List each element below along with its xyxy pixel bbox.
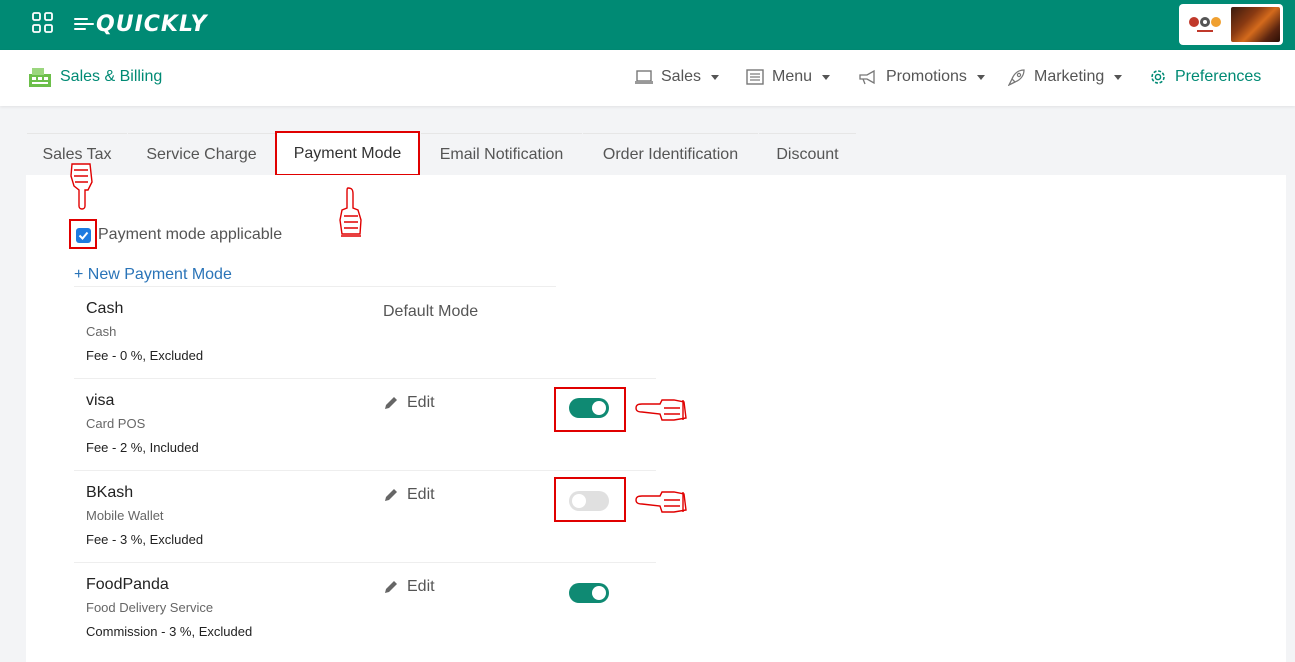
nav-promotions-label: Promotions (886, 68, 967, 85)
restaurant-brand-logo[interactable] (1179, 4, 1283, 45)
top-bar: QUICKLY (0, 0, 1295, 50)
grid-icon[interactable] (32, 12, 54, 34)
module-header[interactable]: Sales & Billing (28, 66, 162, 88)
payment-mode-type: Card POS (86, 416, 146, 431)
divider (74, 562, 656, 563)
pointing-hand-icon (635, 399, 687, 421)
module-nav: Sales & Billing Sales Menu Promotions Ma… (0, 50, 1295, 106)
pointing-hand-icon (635, 491, 687, 513)
tab-label: Email Notification (439, 145, 564, 163)
edit-label: Edit (407, 486, 435, 503)
megaphone-icon (859, 69, 875, 85)
payment-mode-name: FoodPanda (86, 576, 169, 593)
payment-mode-name: visa (86, 392, 115, 409)
payment-mode-fee: Fee - 0 %, Excluded (86, 348, 204, 363)
payment-mode-type: Mobile Wallet (86, 508, 164, 523)
chevron-down-icon (1114, 74, 1123, 80)
divider (74, 470, 656, 471)
foodpanda-enabled-toggle[interactable] (569, 583, 609, 603)
pencil-icon (385, 581, 397, 593)
tab-label: Order Identification (602, 145, 739, 163)
pencil-icon (385, 397, 397, 409)
tab-discount[interactable]: Discount (759, 133, 856, 175)
checkmark-icon (78, 231, 89, 240)
chevron-down-icon (711, 74, 720, 80)
visa-enabled-toggle[interactable] (569, 398, 609, 418)
edit-button[interactable]: Edit (383, 394, 435, 412)
nav-marketing-label: Marketing (1034, 68, 1105, 85)
nav-promotions[interactable]: Promotions (858, 68, 985, 86)
payment-mode-name: BKash (86, 484, 134, 501)
nav-preferences[interactable]: Preferences (1149, 68, 1261, 86)
rocket-icon (1008, 69, 1025, 86)
payment-mode-applicable-label: Payment mode applicable (98, 226, 283, 243)
applicable-checkbox-highlight (69, 219, 97, 249)
tab-label: Discount (776, 145, 839, 163)
nav-preferences-label: Preferences (1175, 68, 1262, 85)
tab-order-identification[interactable]: Order Identification (583, 133, 758, 175)
restaurant-photo (1231, 7, 1280, 42)
divider (74, 378, 656, 379)
payment-mode-type: Food Delivery Service (86, 600, 214, 615)
laptop-icon (635, 70, 653, 84)
pointing-hand-icon (339, 187, 362, 237)
app-name: QUICKLY (96, 11, 208, 37)
pencil-icon (385, 489, 397, 501)
tab-payment-mode[interactable]: Payment Mode (275, 131, 420, 176)
nav-marketing[interactable]: Marketing (1008, 68, 1123, 86)
gear-icon (1151, 70, 1165, 84)
toggle-knob (572, 494, 586, 508)
toggle-knob (592, 586, 606, 600)
brand-dots-icon (1189, 17, 1221, 32)
toggle-knob (592, 401, 606, 415)
payment-mode-applicable-checkbox[interactable] (76, 228, 91, 243)
default-mode-label: Default Mode (383, 303, 479, 320)
chevron-down-icon (976, 74, 985, 80)
app-logo[interactable]: QUICKLY (74, 9, 207, 39)
speed-lines-icon (74, 18, 94, 30)
divider (74, 286, 556, 287)
payment-mode-fee: Commission - 3 %, Excluded (86, 624, 253, 639)
edit-button[interactable]: Edit (383, 486, 435, 504)
chevron-down-icon (822, 74, 831, 80)
edit-label: Edit (407, 394, 435, 411)
tab-service-charge[interactable]: Service Charge (128, 133, 275, 175)
nav-sales-label: Sales (661, 68, 702, 85)
edit-button[interactable]: Edit (383, 578, 435, 596)
nav-menu[interactable]: Menu (746, 68, 831, 86)
payment-mode-fee: Fee - 2 %, Included (86, 440, 199, 455)
bkash-enabled-toggle[interactable] (569, 491, 609, 511)
nav-menu-label: Menu (772, 68, 813, 85)
pointing-hand-icon (70, 163, 93, 210)
tab-label: Payment Mode (293, 144, 402, 162)
nav-sales[interactable]: Sales (635, 68, 720, 86)
module-title: Sales & Billing (60, 68, 163, 85)
tab-label: Service Charge (146, 145, 257, 163)
menu-list-icon (746, 69, 764, 85)
edit-label: Edit (407, 578, 435, 595)
tab-email-notification[interactable]: Email Notification (421, 133, 582, 175)
payment-mode-type: Cash (86, 324, 117, 339)
new-payment-mode-link[interactable]: + New Payment Mode (74, 266, 232, 284)
cash-register-icon (29, 68, 51, 87)
payment-mode-name: Cash (86, 300, 124, 317)
payment-mode-fee: Fee - 3 %, Excluded (86, 532, 204, 547)
